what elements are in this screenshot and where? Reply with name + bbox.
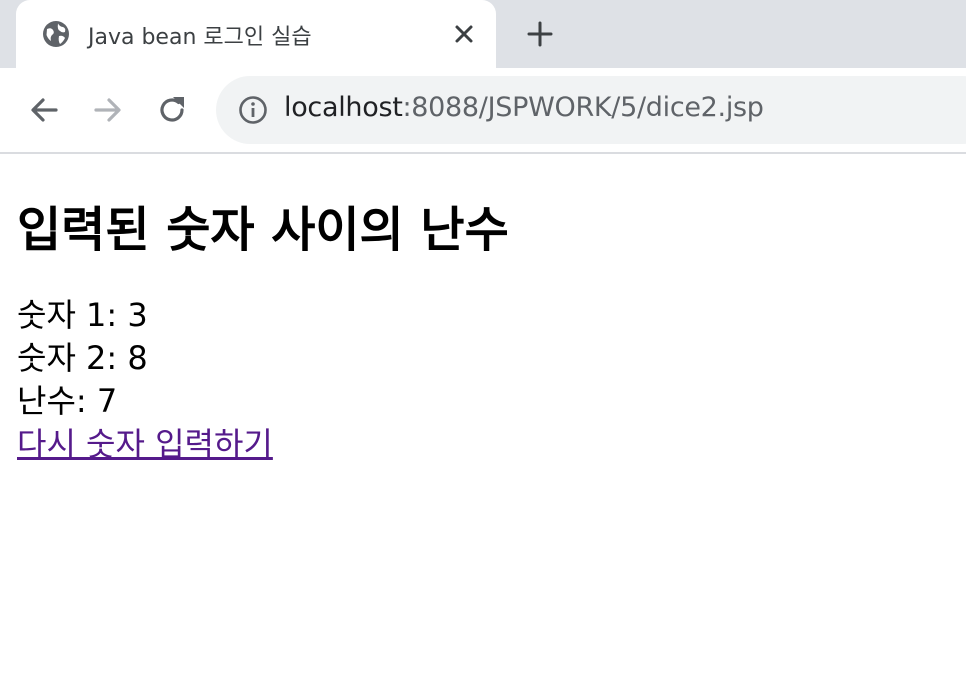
url-host: localhost (284, 92, 403, 123)
tab-strip: Java bean 로그인 실습 (0, 0, 966, 68)
number-two-line: 숫자 2: 8 (17, 339, 148, 377)
page-content: 입력된 숫자 사이의 난수 숫자 1: 3 숫자 2: 8 난수: 7 다시 숫… (0, 192, 966, 466)
reload-icon[interactable] (154, 92, 190, 128)
plus-icon[interactable] (523, 17, 557, 51)
globe-icon (43, 21, 69, 47)
url-path: :8088/JSPWORK/5/dice2.jsp (402, 92, 764, 123)
page-heading: 입력된 숫자 사이의 난수 (17, 202, 509, 258)
close-icon[interactable] (450, 20, 478, 48)
browser-tab[interactable]: Java bean 로그인 실습 (16, 0, 496, 68)
re-enter-numbers-link[interactable]: 다시 숫자 입력하기 (17, 425, 273, 463)
number-one-line: 숫자 1: 3 (17, 296, 148, 334)
browser-toolbar: localhost:8088/JSPWORK/5/dice2.jsp (0, 68, 966, 154)
random-result-line: 난수: 7 (17, 382, 118, 420)
arrow-left-icon[interactable] (26, 92, 62, 128)
info-icon[interactable] (238, 95, 268, 125)
address-bar[interactable]: localhost:8088/JSPWORK/5/dice2.jsp (216, 76, 966, 144)
arrow-right-icon[interactable] (90, 92, 126, 128)
tab-title: Java bean 로그인 실습 (88, 25, 312, 50)
url-text[interactable]: localhost:8088/JSPWORK/5/dice2.jsp (284, 92, 764, 123)
